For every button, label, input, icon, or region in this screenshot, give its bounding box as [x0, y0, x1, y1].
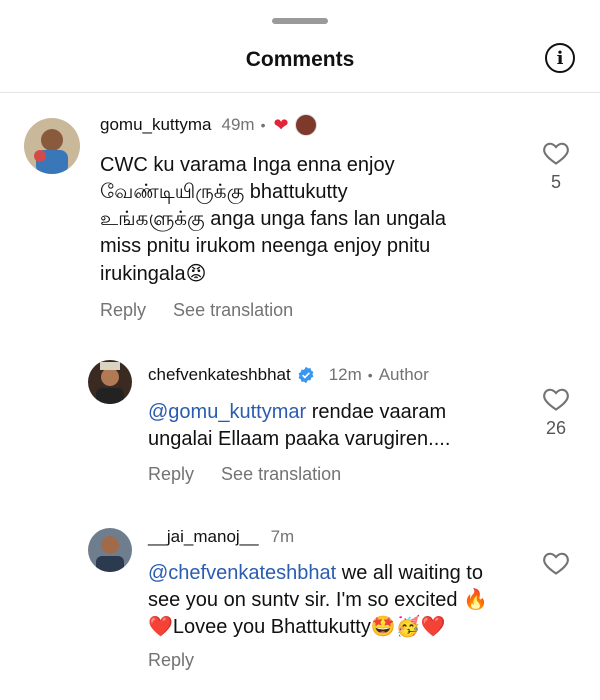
comment-meta: __jai_manoj__ 7m: [148, 526, 294, 548]
username[interactable]: gomu_kuttyma: [100, 114, 212, 136]
page-title: Comments: [245, 48, 355, 71]
timestamp: 7m: [270, 527, 295, 546]
separator-dot: •: [367, 367, 373, 383]
like-control[interactable]: 5: [541, 140, 571, 193]
avatar[interactable]: [24, 118, 80, 174]
drag-handle[interactable]: [272, 18, 328, 24]
mention-link[interactable]: @gomu_kuttymar: [148, 401, 306, 423]
comment-meta: gomu_kuttyma 49m • ❤: [100, 114, 317, 136]
heart-icon[interactable]: [542, 140, 570, 166]
timestamp: 49m: [221, 115, 255, 134]
comment-text: CWC ku varama Inga enna enjoy வேண்டியிரு…: [100, 154, 447, 285]
comment-actions: Reply See translation: [100, 300, 315, 321]
comment-actions: Reply See translation: [148, 464, 363, 485]
heart-icon[interactable]: [542, 386, 570, 412]
heart-badge-icon: ❤: [273, 115, 289, 135]
username[interactable]: __jai_manoj__: [148, 526, 259, 548]
header: Comments i: [0, 40, 600, 84]
comment-text: @chefvenkateshbhat we all waiting to see…: [148, 562, 488, 638]
see-translation-button[interactable]: See translation: [173, 300, 293, 320]
separator-dot: •: [260, 117, 266, 133]
reply-button[interactable]: Reply: [148, 464, 194, 484]
verified-badge-icon: [298, 366, 314, 384]
like-count: 26: [545, 418, 567, 438]
username[interactable]: chefvenkateshbhat: [148, 364, 291, 386]
like-control[interactable]: [541, 550, 571, 576]
comment-meta: chefvenkateshbhat 12m • Author: [148, 364, 429, 386]
reply-button[interactable]: Reply: [148, 650, 194, 670]
heart-icon[interactable]: [542, 550, 570, 576]
timestamp: 12m: [328, 365, 362, 384]
comment-text: @gomu_kuttymar rendae vaaram ungalai Ell…: [148, 401, 451, 450]
comment-item: gomu_kuttyma 49m • ❤ CWC ku varama Inga …: [0, 110, 600, 330]
comment-item: __jai_manoj__ 7m @chefvenkateshbhat we a…: [0, 520, 600, 690]
reply-button[interactable]: Reply: [100, 300, 146, 320]
avatar[interactable]: [88, 528, 132, 572]
header-divider: [0, 92, 600, 93]
angry-emoji: 😡: [185, 261, 207, 285]
author-label: Author: [378, 365, 429, 384]
author-avatar-badge: [294, 114, 317, 136]
comment-item: chefvenkateshbhat 12m • Author @gomu_kut…: [0, 352, 600, 502]
like-control[interactable]: 26: [541, 386, 571, 439]
mention-link[interactable]: @chefvenkateshbhat: [148, 562, 336, 584]
info-icon[interactable]: i: [545, 43, 575, 73]
see-translation-button[interactable]: See translation: [221, 464, 341, 484]
comment-actions: Reply: [148, 650, 216, 671]
avatar[interactable]: [88, 360, 132, 404]
like-count: 5: [550, 172, 561, 192]
